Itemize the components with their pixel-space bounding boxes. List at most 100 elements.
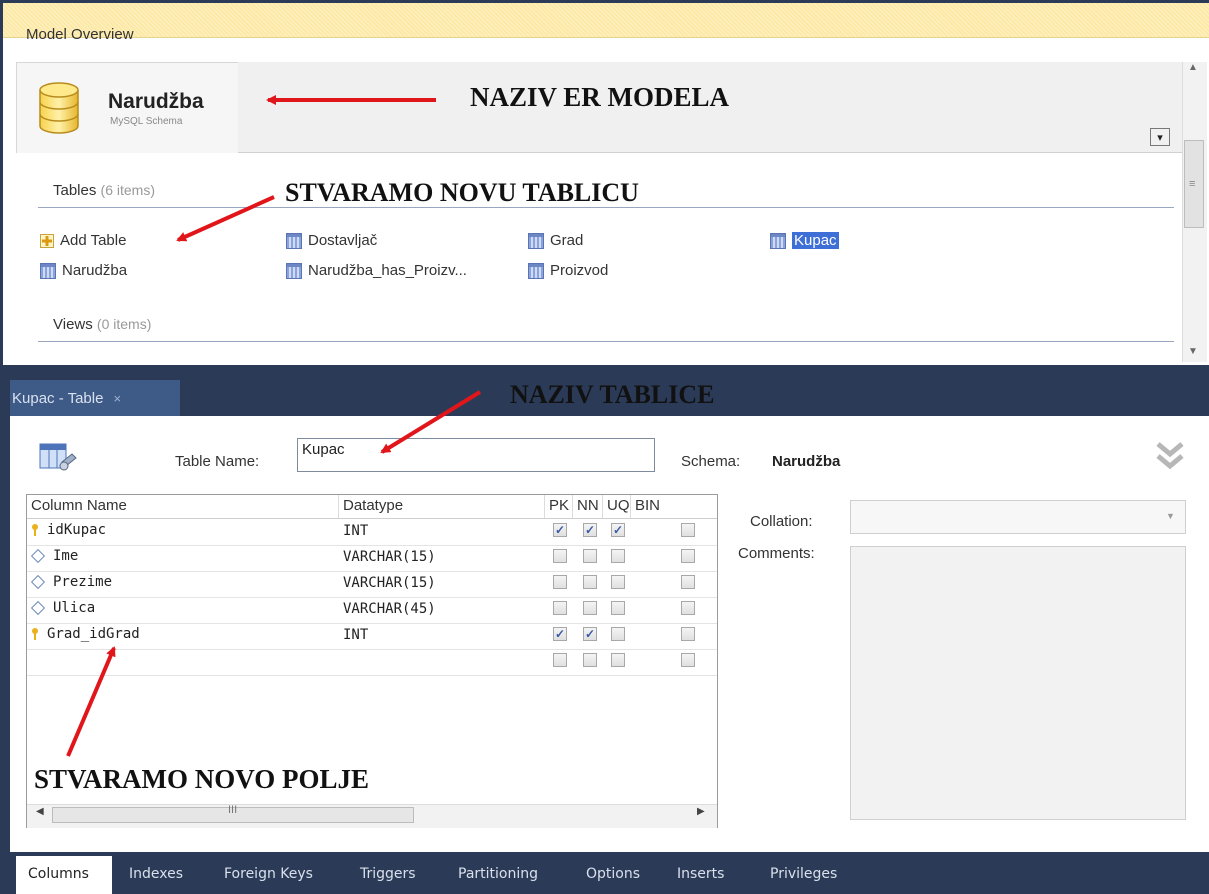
uq-checkbox[interactable] (611, 575, 625, 589)
add-table-icon (40, 233, 54, 248)
table-item-proizvod[interactable]: Proizvod (528, 262, 608, 279)
model-overview-header (3, 3, 1209, 38)
bin-checkbox[interactable] (681, 575, 695, 589)
collation-select[interactable] (850, 500, 1186, 534)
table-item-kupac[interactable]: Kupac (770, 232, 839, 249)
bin-checkbox[interactable] (681, 653, 695, 667)
uq-checkbox[interactable] (611, 627, 625, 641)
uq-checkbox[interactable] (611, 549, 625, 563)
table-item-grad[interactable]: Grad (528, 232, 583, 249)
comments-label: Comments: (738, 545, 815, 562)
bin-checkbox[interactable] (681, 601, 695, 615)
bin-checkbox[interactable] (681, 549, 695, 563)
uq-checkbox[interactable] (611, 601, 625, 615)
table-row[interactable]: Ime VARCHAR(15) (27, 545, 717, 572)
bin-checkbox[interactable] (681, 627, 695, 641)
header-nn[interactable]: NN (573, 495, 603, 519)
uq-checkbox[interactable] (611, 653, 625, 667)
table-item-label: Narudžba (62, 262, 128, 279)
nn-checkbox[interactable]: ✓ (583, 627, 597, 641)
pk-checkbox[interactable] (553, 601, 567, 615)
pk-checkbox[interactable] (553, 653, 567, 667)
pk-checkbox[interactable] (553, 575, 567, 589)
table-editor-icon (39, 443, 77, 471)
table-row[interactable]: Grad_idGrad INT ✓ ✓ (27, 623, 717, 650)
tables-section-count: (6 items) (100, 182, 155, 198)
annotation-table-name: NAZIV TABLICE (510, 380, 715, 409)
header-pk[interactable]: PK (545, 495, 573, 519)
tab-columns[interactable]: Columns (16, 856, 112, 894)
datatype-cell[interactable]: VARCHAR(15) (343, 575, 436, 591)
column-name-cell[interactable]: Ime (30, 548, 79, 564)
collation-label: Collation: (750, 513, 813, 530)
add-table-item[interactable]: Add Table (40, 232, 126, 249)
table-row[interactable]: Ulica VARCHAR(45) (27, 597, 717, 624)
tab-foreign-keys[interactable]: Foreign Keys (224, 856, 313, 894)
collapse-chevrons-icon[interactable] (1152, 438, 1188, 474)
scroll-grip: III (228, 804, 238, 816)
nn-checkbox[interactable]: ✓ (583, 523, 597, 537)
column-name-text: Ime (53, 548, 79, 564)
table-item-narudzba-has-proizvod[interactable]: Narudžba_has_Proizv... (286, 262, 467, 279)
tables-section-header[interactable]: Tables (6 items) (53, 182, 155, 199)
scroll-grip-icon: ≡ (1189, 178, 1196, 190)
schema-name: Narudžba (108, 90, 204, 113)
table-item-label: Proizvod (550, 262, 609, 279)
tab-inserts[interactable]: Inserts (677, 856, 724, 894)
column-name-cell[interactable]: Prezime (30, 574, 112, 590)
chevron-down-icon[interactable]: ▼ (1166, 511, 1175, 521)
schema-dropdown-button[interactable]: ▾ (1150, 128, 1170, 146)
header-column-name[interactable]: Column Name (27, 495, 339, 519)
scroll-left-icon[interactable]: ◀ (36, 806, 44, 817)
nn-checkbox[interactable] (583, 653, 597, 667)
pk-checkbox[interactable]: ✓ (553, 523, 567, 537)
column-name-cell[interactable]: Ulica (30, 600, 95, 616)
tab-triggers[interactable]: Triggers (360, 856, 416, 894)
table-item-label: Grad (550, 232, 584, 249)
scroll-right-icon[interactable]: ▶ (697, 806, 705, 817)
comments-textarea[interactable] (850, 546, 1186, 820)
table-item-dostavljac[interactable]: Dostavljač (286, 232, 377, 249)
table-item-label: Dostavljač (308, 232, 378, 249)
scroll-up-icon[interactable]: ▲ (1188, 62, 1198, 73)
annotation-model-name: NAZIV ER MODELA (470, 82, 730, 112)
scroll-down-icon[interactable]: ▼ (1188, 346, 1198, 357)
views-section-label: Views (53, 316, 93, 333)
tab-options[interactable]: Options (586, 856, 640, 894)
schema-label: Schema: (681, 453, 741, 470)
pk-checkbox[interactable]: ✓ (553, 627, 567, 641)
nn-checkbox[interactable] (583, 575, 597, 589)
pk-checkbox[interactable] (553, 549, 567, 563)
header-bin[interactable]: BIN (631, 495, 671, 519)
datatype-cell[interactable]: INT (343, 627, 368, 643)
editor-tab-label: Kupac - Table (12, 389, 104, 407)
schema-value: Narudžba (772, 453, 841, 470)
header-datatype[interactable]: Datatype (339, 495, 545, 519)
table-row[interactable] (27, 649, 717, 676)
column-name-cell[interactable]: idKupac (31, 522, 106, 538)
column-name-text: Grad_idGrad (47, 626, 140, 642)
tab-partitioning[interactable]: Partitioning (458, 856, 538, 894)
column-name-text: idKupac (47, 522, 107, 538)
views-section-header[interactable]: Views (0 items) (53, 316, 151, 333)
close-icon[interactable]: × (113, 391, 121, 406)
table-item-narudzba[interactable]: Narudžba (40, 262, 127, 279)
table-name-input[interactable]: Kupac (297, 438, 655, 472)
model-overview-title: Model Overview (26, 26, 134, 43)
datatype-cell[interactable]: INT (343, 523, 368, 539)
bin-checkbox[interactable] (681, 523, 695, 537)
nn-checkbox[interactable] (583, 601, 597, 615)
tab-indexes[interactable]: Indexes (129, 856, 183, 894)
datatype-cell[interactable]: VARCHAR(15) (343, 549, 436, 565)
header-uq[interactable]: UQ (603, 495, 631, 519)
table-row[interactable]: idKupac INT ✓ ✓ ✓ (27, 519, 717, 546)
tab-privileges[interactable]: Privileges (770, 856, 837, 894)
datatype-cell[interactable]: VARCHAR(45) (343, 601, 436, 617)
nn-checkbox[interactable] (583, 549, 597, 563)
column-name-cell[interactable]: Grad_idGrad (31, 626, 140, 642)
table-icon (40, 262, 56, 279)
uq-checkbox[interactable]: ✓ (611, 523, 625, 537)
editor-tab-kupac[interactable]: Kupac - Table × (10, 380, 180, 416)
table-row[interactable]: Prezime VARCHAR(15) (27, 571, 717, 598)
table-icon (286, 232, 302, 249)
